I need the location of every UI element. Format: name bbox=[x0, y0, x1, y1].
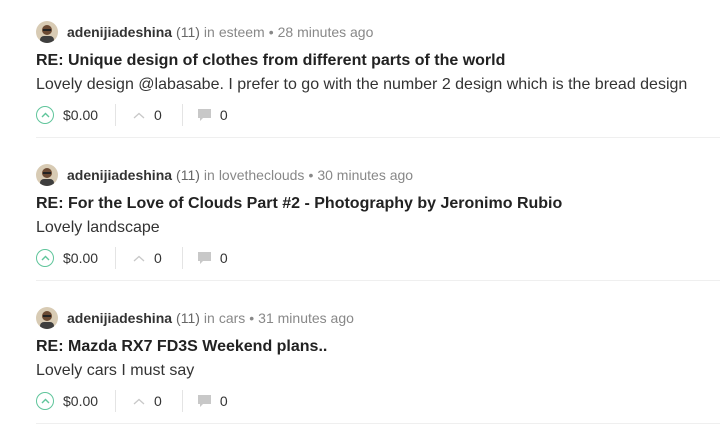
avatar[interactable] bbox=[36, 306, 58, 329]
author-name[interactable]: adenijiadeshina bbox=[67, 24, 172, 40]
item-divider bbox=[36, 280, 720, 281]
meta-separator: • bbox=[308, 166, 314, 183]
votes-icon bbox=[132, 396, 146, 406]
chevron-up-circle-icon bbox=[41, 398, 49, 404]
action-divider bbox=[181, 104, 183, 126]
upvote-button[interactable] bbox=[36, 392, 54, 410]
chevron-up-circle-icon bbox=[41, 255, 49, 261]
post-meta: adenijiadeshina (11) in cars • 31 minute… bbox=[36, 305, 354, 330]
community-link[interactable]: esteem bbox=[219, 24, 265, 40]
comment-bubble-icon[interactable] bbox=[197, 394, 212, 408]
in-label: in bbox=[203, 309, 215, 326]
post-actions: $0.00 0 0 bbox=[36, 390, 228, 412]
author-name[interactable]: adenijiadeshina bbox=[67, 167, 172, 183]
post-meta: adenijiadeshina (11) in esteem • 28 minu… bbox=[36, 19, 373, 44]
feed-item: adenijiadeshina (11) in lovetheclouds • … bbox=[0, 143, 720, 286]
action-divider bbox=[115, 247, 117, 269]
post-actions: $0.00 0 0 bbox=[36, 104, 228, 126]
post-title[interactable]: RE: For the Love of Clouds Part #2 - Pho… bbox=[36, 195, 562, 213]
meta-separator: • bbox=[249, 309, 255, 326]
votes-icon bbox=[132, 253, 146, 263]
action-divider bbox=[181, 247, 183, 269]
in-label: in bbox=[203, 23, 215, 40]
post-body[interactable]: Lovely design @labasabe. I prefer to go … bbox=[36, 76, 687, 94]
post-timestamp[interactable]: 28 minutes ago bbox=[278, 24, 374, 40]
post-timestamp[interactable]: 31 minutes ago bbox=[258, 310, 354, 326]
comments-count[interactable]: 0 bbox=[220, 250, 228, 266]
author-reputation: (11) bbox=[176, 23, 200, 40]
comment-feed: adenijiadeshina (11) in esteem • 28 minu… bbox=[0, 0, 720, 433]
meta-separator: • bbox=[268, 23, 274, 40]
in-label: in bbox=[203, 166, 215, 183]
votes-count[interactable]: 0 bbox=[154, 107, 162, 123]
payout-value[interactable]: $0.00 bbox=[63, 107, 98, 123]
comment-bubble-icon[interactable] bbox=[197, 251, 212, 265]
author-reputation: (11) bbox=[176, 166, 200, 183]
feed-item: adenijiadeshina (11) in cars • 31 minute… bbox=[0, 286, 720, 429]
votes-count[interactable]: 0 bbox=[154, 250, 162, 266]
post-title[interactable]: RE: Unique design of clothes from differ… bbox=[36, 52, 505, 70]
comments-count[interactable]: 0 bbox=[220, 107, 228, 123]
upvote-button[interactable] bbox=[36, 106, 54, 124]
community-link[interactable]: cars bbox=[219, 310, 245, 326]
item-divider bbox=[36, 137, 720, 138]
chevron-up-circle-icon bbox=[41, 112, 49, 118]
avatar[interactable] bbox=[36, 20, 58, 43]
post-timestamp[interactable]: 30 minutes ago bbox=[317, 167, 413, 183]
post-body[interactable]: Lovely cars I must say bbox=[36, 362, 194, 380]
community-link[interactable]: lovetheclouds bbox=[219, 167, 305, 183]
author-reputation: (11) bbox=[176, 309, 200, 326]
action-divider bbox=[115, 104, 117, 126]
votes-icon bbox=[132, 110, 146, 120]
upvote-button[interactable] bbox=[36, 249, 54, 267]
votes-count[interactable]: 0 bbox=[154, 393, 162, 409]
feed-item: adenijiadeshina (11) in esteem • 28 minu… bbox=[0, 0, 720, 143]
payout-value[interactable]: $0.00 bbox=[63, 393, 98, 409]
post-actions: $0.00 0 0 bbox=[36, 247, 228, 269]
action-divider bbox=[181, 390, 183, 412]
comments-count[interactable]: 0 bbox=[220, 393, 228, 409]
author-name[interactable]: adenijiadeshina bbox=[67, 310, 172, 326]
avatar[interactable] bbox=[36, 163, 58, 186]
item-divider bbox=[36, 423, 720, 424]
post-body[interactable]: Lovely landscape bbox=[36, 219, 160, 237]
post-title[interactable]: RE: Mazda RX7 FD3S Weekend plans.. bbox=[36, 338, 327, 356]
comment-bubble-icon[interactable] bbox=[197, 108, 212, 122]
post-meta: adenijiadeshina (11) in lovetheclouds • … bbox=[36, 162, 413, 187]
action-divider bbox=[115, 390, 117, 412]
payout-value[interactable]: $0.00 bbox=[63, 250, 98, 266]
